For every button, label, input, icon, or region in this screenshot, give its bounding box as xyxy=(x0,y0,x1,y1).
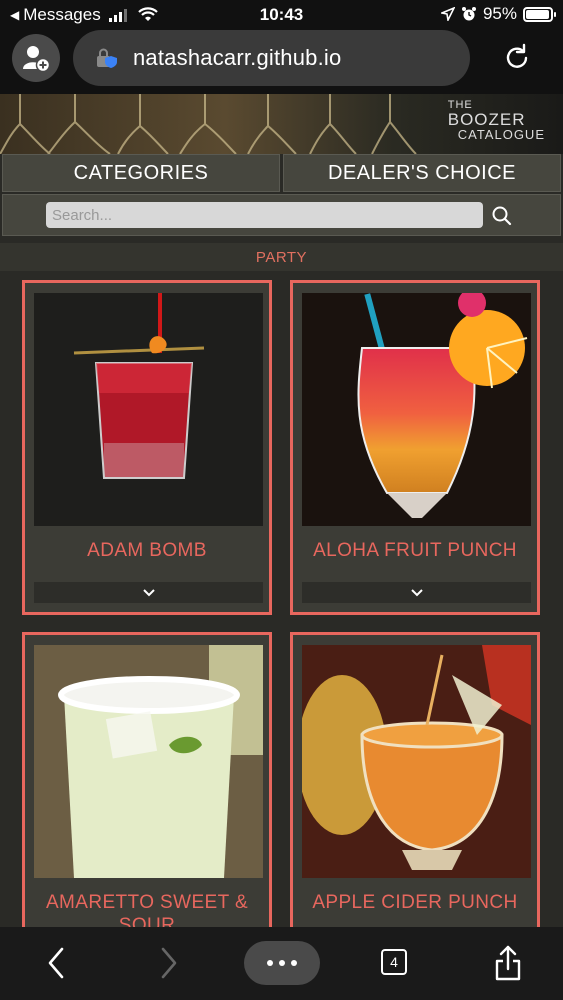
expand-toggle[interactable] xyxy=(34,582,263,603)
logo-line-2: BOOZER xyxy=(447,110,526,129)
dot xyxy=(279,960,285,966)
browser-bar: natashacarr.github.io xyxy=(0,30,563,94)
drink-name: APPLE CIDER PUNCH xyxy=(312,892,518,913)
wine-glasses-image xyxy=(0,94,417,154)
search-input[interactable] xyxy=(46,202,483,228)
drink-image xyxy=(34,645,263,878)
drink-card[interactable]: APPLE CIDER PUNCH xyxy=(290,632,540,942)
forward-icon[interactable] xyxy=(155,941,183,985)
chevron-down-icon xyxy=(142,588,155,596)
add-person-icon xyxy=(23,46,51,73)
browser-toolbar: 4 xyxy=(0,927,563,1000)
logo-line-3: CATALOGUE xyxy=(457,127,545,142)
dot xyxy=(267,960,273,966)
add-profile-button[interactable] xyxy=(12,34,60,82)
status-bar: ◀ Messages 10:43 95% xyxy=(0,0,563,30)
chevron-down-icon xyxy=(410,588,423,596)
categories-button[interactable]: CATEGORIES xyxy=(2,154,280,192)
drink-name: ADAM BOMB xyxy=(87,540,207,561)
expand-toggle[interactable] xyxy=(302,582,531,603)
drink-image xyxy=(34,293,263,526)
share-icon[interactable] xyxy=(493,941,523,985)
dealers-choice-button[interactable]: DEALER'S CHOICE xyxy=(283,154,561,192)
battery-icon xyxy=(523,6,556,22)
dot xyxy=(291,960,297,966)
drink-card[interactable]: ADAM BOMB xyxy=(22,280,272,615)
alarm-icon xyxy=(461,7,476,21)
drink-image xyxy=(302,293,531,526)
site-logo[interactable]: THE BOOZER CATALOGUE xyxy=(447,100,545,142)
drink-card[interactable]: ALOHA FRUIT PUNCH xyxy=(290,280,540,615)
site-banner: THE BOOZER CATALOGUE xyxy=(0,94,563,154)
address-bar[interactable]: natashacarr.github.io xyxy=(73,30,470,86)
tabs-button[interactable]: 4 xyxy=(381,949,407,975)
battery-percent: 95% xyxy=(482,4,517,23)
category-heading: PARTY xyxy=(0,243,563,271)
back-icon[interactable] xyxy=(42,941,70,985)
url-text: natashacarr.github.io xyxy=(133,45,342,70)
search-icon[interactable] xyxy=(491,205,513,227)
more-options-button[interactable] xyxy=(244,941,320,985)
drink-image xyxy=(302,645,531,878)
privacy-shield-icon xyxy=(97,48,117,68)
main-nav: CATEGORIES DEALER'S CHOICE xyxy=(0,154,563,192)
location-arrow-icon xyxy=(440,7,455,21)
search-bar xyxy=(2,194,561,236)
reload-icon[interactable] xyxy=(501,42,533,74)
drink-name: ALOHA FRUIT PUNCH xyxy=(313,540,517,561)
drink-card[interactable]: AMARETTO SWEET & SOUR xyxy=(22,632,272,942)
